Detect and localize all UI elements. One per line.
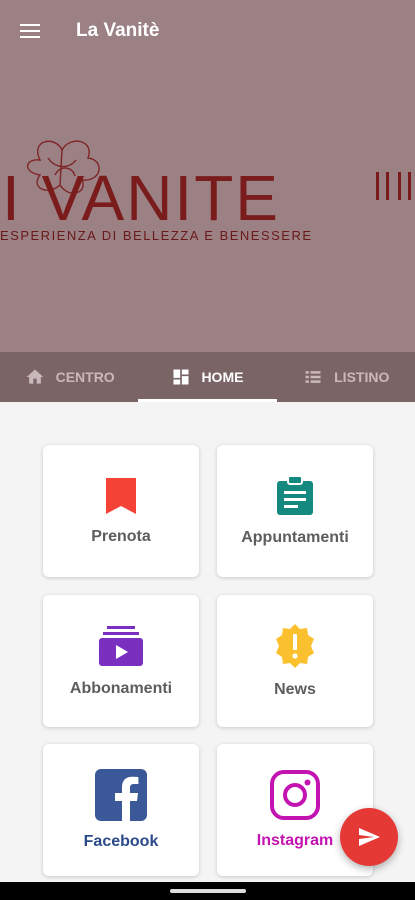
tile-label: Prenota bbox=[91, 528, 151, 545]
home-icon bbox=[26, 369, 43, 384]
alert-badge-icon bbox=[276, 624, 314, 668]
instagram-icon bbox=[270, 770, 320, 820]
tab-label: CENTRO bbox=[55, 369, 115, 385]
tab-home[interactable]: HOME bbox=[138, 352, 277, 402]
tab-bar: CENTRO HOME LISTINO bbox=[0, 352, 415, 402]
send-fab[interactable] bbox=[340, 808, 398, 866]
clipboard-icon bbox=[277, 475, 313, 515]
home-gesture-handle[interactable] bbox=[170, 889, 246, 893]
tile-abbonamenti[interactable]: Abbonamenti bbox=[43, 595, 199, 727]
tab-label: LISTINO bbox=[334, 369, 390, 385]
logo-tagline: ESPERIENZA DI BELLEZZA E BENESSERE bbox=[0, 228, 313, 243]
hero-banner: La Vanitè I VANITE ESPERIENZA DI BELLEZZ… bbox=[0, 0, 415, 352]
tile-label: Instagram bbox=[256, 832, 334, 849]
facebook-icon bbox=[95, 769, 147, 821]
tile-label: Abbonamenti bbox=[69, 680, 173, 697]
app-bar: La Vanitè bbox=[0, 0, 415, 62]
brand-logo: I VANITE ESPERIENZA DI BELLEZZA E BENESS… bbox=[0, 140, 411, 243]
dashboard-icon bbox=[173, 369, 189, 385]
menu-button[interactable] bbox=[0, 0, 60, 62]
tile-label: News bbox=[274, 681, 316, 698]
subscriptions-icon bbox=[99, 626, 143, 666]
tile-facebook[interactable]: Facebook bbox=[43, 744, 199, 876]
tab-listino[interactable]: LISTINO bbox=[277, 352, 415, 402]
tile-label: Facebook bbox=[83, 833, 159, 850]
tab-label: HOME bbox=[201, 369, 244, 385]
logo-wordmark: I VANITE bbox=[2, 162, 280, 234]
tab-centro[interactable]: CENTRO bbox=[0, 352, 138, 402]
tile-label: Appuntamenti bbox=[241, 529, 349, 546]
tile-news[interactable]: News bbox=[217, 595, 373, 727]
system-nav-bar bbox=[0, 882, 415, 900]
list-icon bbox=[305, 371, 321, 383]
tile-prenota[interactable]: Prenota bbox=[43, 445, 199, 577]
bookmark-icon bbox=[106, 478, 136, 514]
tile-appuntamenti[interactable]: Appuntamenti bbox=[217, 445, 373, 577]
app-title: La Vanitè bbox=[76, 20, 160, 41]
send-icon bbox=[359, 828, 380, 846]
hamburger-icon bbox=[20, 20, 40, 42]
